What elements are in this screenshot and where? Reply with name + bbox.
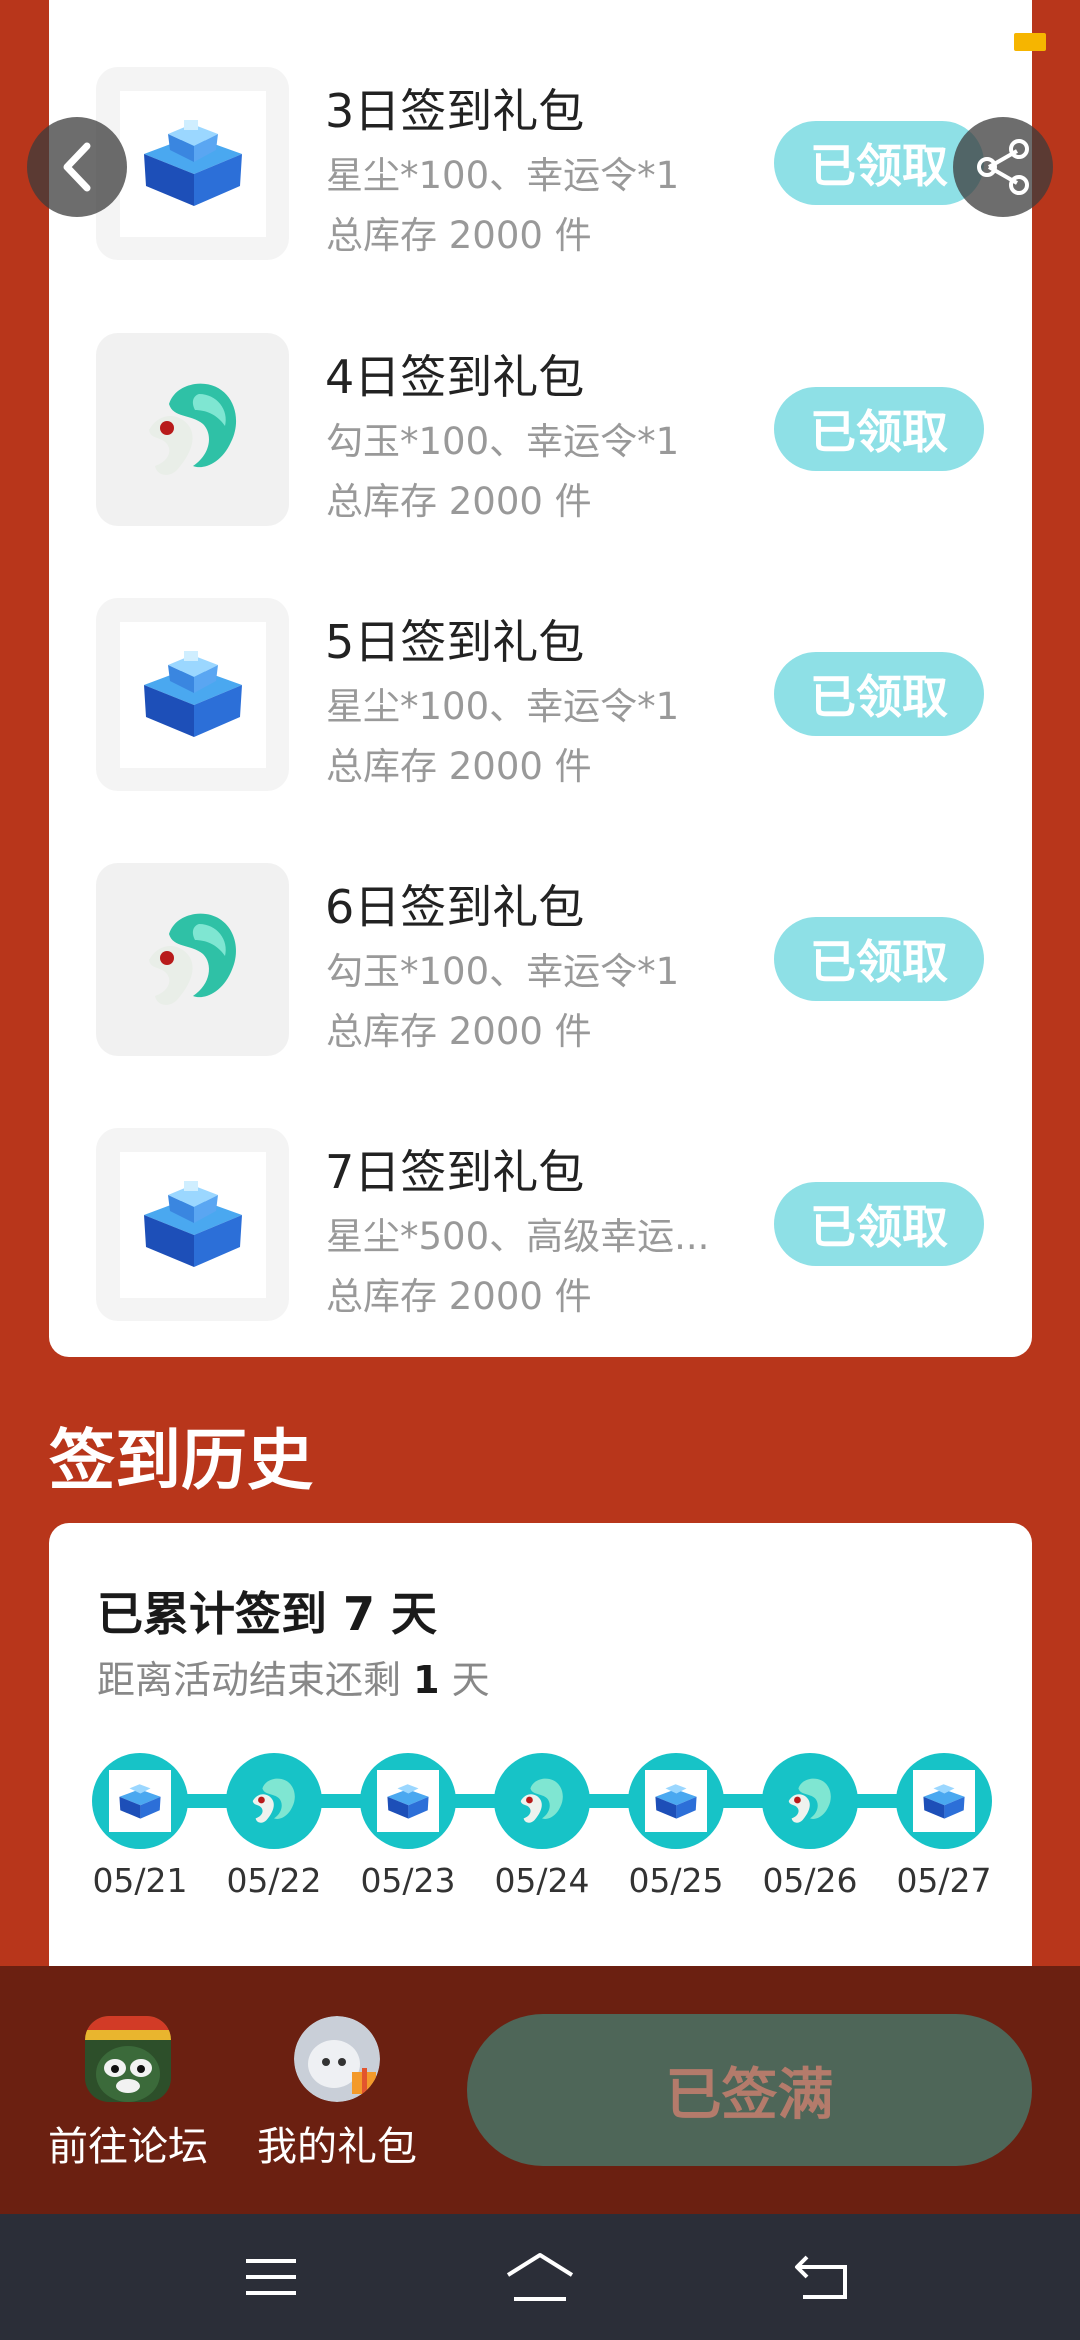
return-button[interactable] [783,2244,863,2310]
gift-desc: 星尘*100、幸运令*1 [326,685,680,728]
system-nav-bar [0,2214,1080,2340]
home-icon [506,2253,574,2301]
claim-button[interactable]: 已领取 [774,387,984,471]
jade-magatama-icon [148,913,236,1005]
day-node [92,1753,188,1849]
chevron-left-icon [63,142,91,192]
forum-avatar-icon [85,2016,171,2102]
gift-thumb [96,598,289,791]
jade-magatama-icon [520,1778,563,1823]
remaining-days-value: 1 [413,1658,440,1702]
gift-title: 7日签到礼包 [325,1145,585,1199]
gift-desc: 勾玉*100、幸运令*1 [326,950,680,993]
blue-chest-icon [655,1784,697,1819]
day-node [762,1753,858,1849]
page: 3日签到礼包 星尘*100、幸运令*1 总库存 2000 件 已领取 4日签到礼… [0,0,1080,2340]
gift-stock: 总库存 2000 件 [326,745,592,788]
gift-title: 4日签到礼包 [325,350,585,404]
day-date: 05/21 [92,1861,188,1900]
gift-title: 3日签到礼包 [325,84,585,138]
gift-row: 5日签到礼包 星尘*100、幸运令*1 总库存 2000 件 已领取 [49,598,1032,798]
forum-label: 前往论坛 [48,2124,208,2170]
day-date: 05/22 [226,1861,322,1900]
gift-row: 7日签到礼包 星尘*500、高级幸运... 总库存 2000 件 已领取 [49,1128,1032,1328]
gift-title: 6日签到礼包 [325,880,585,934]
jade-magatama-icon [252,1778,295,1823]
my-gifts-avatar-icon [294,2016,380,2102]
day-date: 05/23 [360,1861,456,1900]
blue-chest-icon [119,1784,161,1819]
gift-stock: 总库存 2000 件 [326,1275,592,1318]
menu-icon [246,2259,296,2295]
day-node [494,1753,590,1849]
day-node [226,1753,322,1849]
my-gifts-button[interactable]: 我的礼包 [247,2016,427,2172]
claim-button[interactable]: 已领取 [774,652,984,736]
history-card: 已累计签到 7 天 距离活动结束还剩 1 天 05/21 05/22 05/23… [49,1523,1032,1983]
jade-magatama-icon [788,1778,831,1823]
blue-chest-icon [387,1784,429,1819]
gift-title: 5日签到礼包 [325,615,585,669]
forum-button[interactable]: 前往论坛 [38,2016,218,2172]
day-date: 05/24 [494,1861,590,1900]
gift-stock: 总库存 2000 件 [326,214,592,257]
day-date: 05/25 [628,1861,724,1900]
signed-full-button[interactable]: 已签满 [467,2014,1032,2166]
gift-row: 3日签到礼包 星尘*100、幸运令*1 总库存 2000 件 已领取 [49,67,1032,267]
day-node [628,1753,724,1849]
gift-row: 6日签到礼包 勾玉*100、幸运令*1 总库存 2000 件 已领取 [49,863,1032,1063]
menu-button[interactable] [231,2244,311,2310]
gift-stock: 总库存 2000 件 [326,480,592,523]
blue-chest-icon [143,650,242,737]
day-date: 05/26 [762,1861,858,1900]
home-button[interactable] [500,2244,580,2310]
share-button[interactable] [953,117,1053,217]
gift-list-card: 3日签到礼包 星尘*100、幸运令*1 总库存 2000 件 已领取 4日签到礼… [49,0,1046,1357]
gift-thumb [96,863,289,1056]
flag-badge [1014,33,1046,51]
day-node [360,1753,456,1849]
share-icon [977,139,1029,195]
claim-button[interactable]: 已领取 [774,1182,984,1266]
blue-chest-icon [143,119,242,206]
gift-desc: 星尘*100、幸运令*1 [326,154,680,197]
bottom-action-bar: 前往论坛 我的礼包 已签满 [0,1966,1080,2214]
gift-row: 4日签到礼包 勾玉*100、幸运令*1 总库存 2000 件 已领取 [49,333,1032,533]
my-gifts-label: 我的礼包 [257,2124,417,2170]
blue-chest-icon [143,1180,242,1267]
day-date: 05/27 [896,1861,992,1900]
return-icon [795,2255,847,2299]
checkin-count: 已累计签到 7 天 [97,1587,438,1641]
gift-desc: 勾玉*100、幸运令*1 [326,420,680,463]
gift-thumb [96,333,289,526]
jade-magatama-icon [148,383,236,475]
gift-desc: 星尘*500、高级幸运... [326,1215,710,1258]
blue-chest-icon [923,1784,965,1819]
back-button[interactable] [27,117,127,217]
day-node [896,1753,992,1849]
gift-stock: 总库存 2000 件 [326,1010,592,1053]
claim-button[interactable]: 已领取 [774,917,984,1001]
section-title: 签到历史 [49,1422,313,1499]
gift-thumb [96,1128,289,1321]
remaining-days-text: 距离活动结束还剩 1 天 [97,1658,490,1702]
